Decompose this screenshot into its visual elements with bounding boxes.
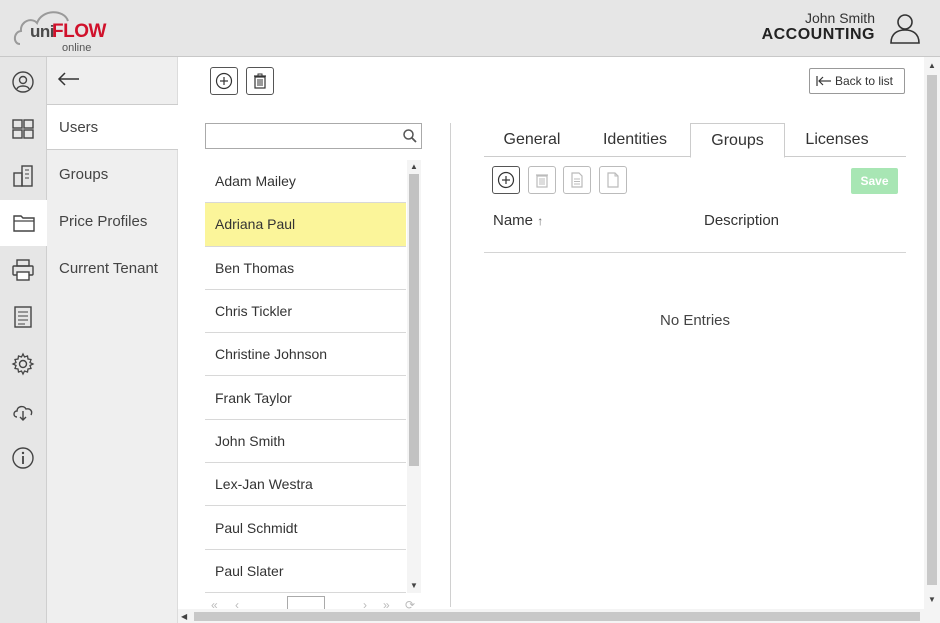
user-list-item[interactable]: Ben Thomas: [205, 247, 406, 290]
user-list-scrollbar[interactable]: ▲ ▼: [407, 160, 421, 593]
user-list-item[interactable]: Paul Schmidt: [205, 506, 406, 550]
column-header-description[interactable]: Description: [704, 212, 779, 229]
page-scroll-down-icon[interactable]: ▼: [928, 595, 936, 604]
new-document-button[interactable]: [599, 166, 627, 194]
add-user-button[interactable]: [210, 67, 238, 95]
subnav-item-groups[interactable]: Groups: [47, 151, 178, 197]
plus-circle-icon: [215, 72, 233, 90]
add-group-button[interactable]: [492, 166, 520, 194]
user-list-item[interactable]: Frank Taylor: [205, 376, 406, 420]
user-list-item[interactable]: Paul Slater: [205, 550, 406, 593]
user-list-item[interactable]: John Smith: [205, 420, 406, 464]
printer-icon: [12, 259, 34, 281]
plus-circle-icon: [497, 171, 515, 189]
user-list-item[interactable]: Lex-Jan Westra: [205, 463, 406, 507]
user-list-item[interactable]: Adriana Paul: [205, 203, 406, 247]
tab-general[interactable]: General: [494, 123, 570, 157]
tab-groups[interactable]: Groups: [690, 123, 785, 158]
rail-item-settings[interactable]: [0, 341, 46, 387]
column-header-separator: [484, 252, 906, 253]
subnav-item-price-profiles[interactable]: Price Profiles: [47, 198, 178, 244]
subnav-item-current-tenant[interactable]: Current Tenant: [47, 245, 178, 291]
page-vertical-scrollbar[interactable]: ▲ ▼: [924, 57, 940, 609]
tab-licenses[interactable]: Licenses: [794, 123, 880, 157]
info-icon: [12, 447, 34, 469]
back-to-list-button[interactable]: Back to list: [809, 68, 905, 94]
tab-identities[interactable]: Identities: [590, 123, 680, 157]
rail-item-downloads[interactable]: [0, 388, 46, 434]
rail-item-dashboard[interactable]: [0, 106, 46, 152]
logo-uni-text: uni: [30, 22, 55, 41]
scroll-up-arrow-icon[interactable]: ▲: [410, 162, 418, 171]
page-scroll-up-icon[interactable]: ▲: [928, 61, 936, 70]
search-icon[interactable]: [402, 128, 418, 144]
rail-item-management[interactable]: [0, 200, 47, 246]
user-detail-tabs: General Identities Groups Licenses: [484, 123, 906, 158]
page-scroll-left-icon[interactable]: ◀: [181, 612, 187, 621]
edit-group-button[interactable]: [563, 166, 591, 194]
building-icon: [13, 165, 33, 187]
rail-item-tenants[interactable]: [0, 153, 46, 199]
logo-flow-text: FLOW: [52, 21, 106, 42]
user-list-scroll-thumb[interactable]: [409, 174, 419, 466]
back-to-list-label: Back to list: [835, 74, 894, 88]
rail-item-about[interactable]: [0, 435, 46, 481]
gear-icon: [11, 352, 35, 376]
rail-item-reports[interactable]: [0, 294, 46, 340]
empty-state-text: No Entries: [659, 312, 731, 329]
sort-ascending-icon: ↑: [537, 214, 544, 228]
user-list-item[interactable]: Adam Mailey: [205, 160, 406, 204]
current-tenant-name: ACCOUNTING: [761, 26, 875, 43]
trash-icon: [536, 174, 548, 188]
user-list-pager: « ‹ › » ⟳: [205, 596, 422, 610]
page-number-input[interactable]: [287, 596, 325, 610]
uniflow-logo[interactable]: uni FLOW online: [12, 4, 112, 54]
user-search-box: [205, 123, 422, 149]
user-circle-icon: [12, 71, 34, 93]
trash-icon: [254, 73, 266, 89]
user-list: Adam Mailey Adriana Paul Ben Thomas Chris T…: [205, 160, 406, 593]
user-avatar-icon[interactable]: [888, 11, 922, 45]
column-name-label: Name: [493, 212, 534, 229]
rail-item-printers[interactable]: [0, 247, 46, 293]
user-list-item[interactable]: Christine Johnson: [205, 333, 406, 377]
scroll-down-arrow-icon[interactable]: ▼: [410, 581, 418, 590]
save-button[interactable]: Save: [851, 168, 898, 194]
current-user-name: John Smith: [804, 10, 875, 26]
user-search-input[interactable]: [206, 124, 396, 148]
subnav-item-users[interactable]: Users: [47, 104, 178, 150]
column-header-name[interactable]: Name ↑: [493, 212, 543, 229]
cloud-download-icon: [13, 405, 33, 421]
user-list-item[interactable]: Chris Tickler: [205, 290, 406, 334]
main-nav-rail: [0, 57, 47, 623]
app-header: uni FLOW online John Smith ACCOUNTING: [0, 0, 940, 57]
grid-icon: [12, 119, 34, 139]
document-icon: [607, 172, 619, 188]
page-vertical-scroll-thumb[interactable]: [927, 75, 937, 585]
document-list-icon: [14, 306, 32, 328]
logo-online-text: online: [62, 42, 92, 54]
back-arrow-icon[interactable]: [55, 67, 83, 91]
back-bar-arrow-icon: [816, 76, 831, 86]
page-horizontal-scroll-thumb[interactable]: [194, 612, 920, 621]
pane-divider: [450, 123, 451, 607]
remove-group-button[interactable]: [528, 166, 556, 194]
page-horizontal-scrollbar[interactable]: ◀: [178, 609, 940, 623]
delete-user-button[interactable]: [246, 67, 274, 95]
management-subnav: Users Groups Price Profiles Current Tena…: [47, 57, 178, 623]
folder-icon: [12, 215, 35, 232]
rail-item-users[interactable]: [0, 59, 46, 105]
document-text-icon: [571, 172, 583, 188]
